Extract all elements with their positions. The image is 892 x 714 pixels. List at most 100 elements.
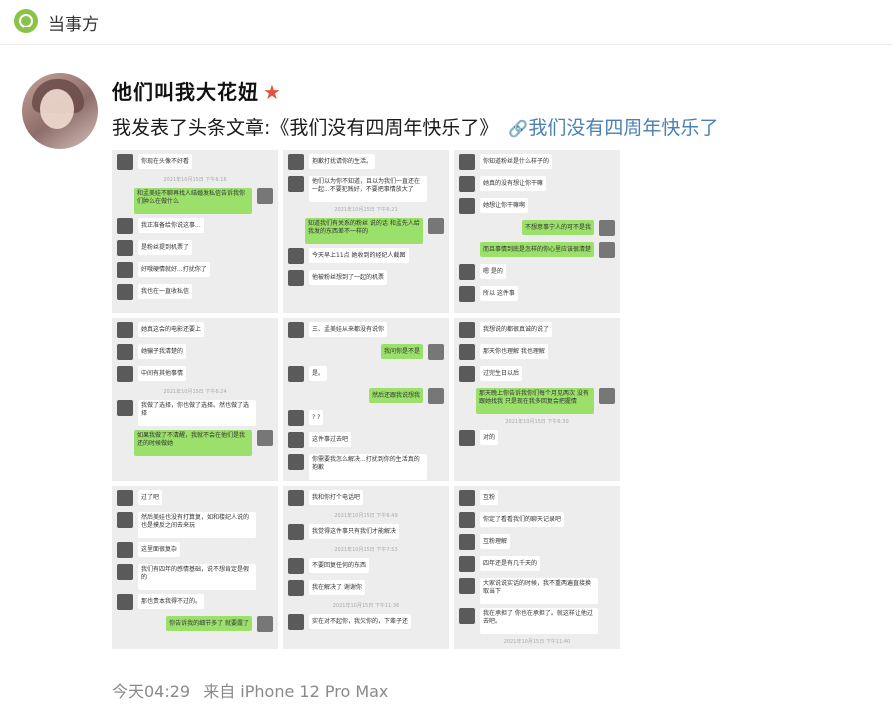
chat-screenshot-2-message-4-avatar <box>428 218 444 234</box>
chat-screenshot-2-message-5-bubble: 今天早上11点 她收到的经纪人截图 <box>309 248 409 263</box>
avatar[interactable] <box>22 73 98 149</box>
chat-screenshot-1-message-3-avatar <box>257 188 273 204</box>
chat-screenshot-8-message-4-timestamp: 2021年10月15日 下午7:53 <box>334 547 398 553</box>
chat-screenshot-3-message-5-bubble: 而且事情到底是怎样的你心里应该很清楚 <box>479 242 594 257</box>
chat-screenshot-3-message-1-avatar <box>459 154 475 170</box>
chat-screenshot-9-message-2-avatar <box>459 512 475 528</box>
chat-screenshot-8-message-6: 我在解决了 谢谢你 <box>283 580 449 600</box>
chat-screenshot-1-message-4-avatar <box>117 218 133 234</box>
chat-screenshot-5-message-6: 这件事过去吧 <box>283 432 449 452</box>
chat-screenshot-4-message-3-avatar <box>117 366 133 382</box>
chat-screenshot-8-message-5-bubble: 不要回复任何的东西 <box>309 558 370 573</box>
chat-screenshot-2-message-1: 抱歉打扰请你的生活。 <box>283 154 449 174</box>
chat-screenshot-5-message-7-bubble: 你需要我怎么解决...打扰到你的生活真的抱歉 <box>309 454 427 480</box>
chat-screenshot-8-message-2-timestamp: 2021年10月15日 下午6:49 <box>334 513 398 519</box>
chat-screenshot-9-message-1-bubble: 互粉 <box>480 490 499 505</box>
chat-screenshot-1-message-4-bubble: 我正准备给你说这事... <box>138 218 204 233</box>
chat-screenshot-8-message-3-bubble: 我觉得这件事只有我们才能解决 <box>309 524 400 539</box>
chat-screenshot-4-message-2-bubble: 她骗子我清楚的 <box>138 344 187 359</box>
chat-screenshot-4-message-1-bubble: 她真这会的电影还要上 <box>138 322 205 337</box>
chat-screenshot-8-message-8-avatar <box>288 614 304 630</box>
chat-screenshot-1[interactable]: 你现在头像不好看 2021年10月15日 下午6:16 和孟美娃不聊再找人结婚发私信… <box>112 150 278 313</box>
chat-screenshot-8-message-6-avatar <box>288 580 304 596</box>
chat-screenshot-1-message-6-bubble: 好哦硬情就好...打扰你了 <box>138 262 210 277</box>
chat-screenshot-9-message-3-bubble: 互粉理解 <box>480 534 511 549</box>
post-source: 来自 iPhone 12 Pro Max <box>203 682 389 701</box>
chat-screenshot-6-message-4-avatar <box>599 388 615 404</box>
chat-screenshot-3-message-5-avatar <box>599 242 615 258</box>
chat-screenshot-8-message-1-bubble: 我和你打个电话吧 <box>309 490 364 505</box>
chat-screenshot-7-message-6-bubble: 你告诉我的细节多了 就要露了 <box>166 616 252 631</box>
chat-screenshot-8-message-7-timestamp: 2021年10月15日 下午11:36 <box>332 603 400 609</box>
chat-screenshot-6[interactable]: 我想说的都很真诚的说了 那天你也理解 我也理解 过完生日以后 那天晚上你告诉我你们每个… <box>454 318 620 481</box>
chat-screenshot-9[interactable]: 互粉 你定了看看我们的聊天记录吧 互粉理解 四年还是有几千天的 大家说说实话的时候，我不… <box>454 486 620 649</box>
app-title: 当事方 <box>48 15 99 35</box>
chat-screenshot-9-message-7-timestamp: 2021年10月15日 下午11:40 <box>503 639 571 645</box>
chat-screenshot-6-message-1-bubble: 我想说的都很真诚的说了 <box>480 322 553 337</box>
chat-screenshot-9-message-1: 互粉 <box>454 490 620 510</box>
chat-screenshot-1-message-5-bubble: 是粉丝提到机票了 <box>138 240 193 255</box>
chat-screenshot-7-message-2-bubble: 然后美娃也没有打算复，如和楼纪人说的也是摸反之间去来玩 <box>138 512 256 538</box>
chat-screenshot-2-message-6-avatar <box>288 270 304 286</box>
chat-screenshot-5-message-7-avatar <box>288 454 304 470</box>
chat-screenshot-1-message-6: 好哦硬情就好...打扰你了 <box>112 262 278 282</box>
chat-screenshot-7-message-1-bubble: 过了吧 <box>138 490 163 505</box>
chat-screenshot-3[interactable]: 你知道粉丝是什么样子的 她真的没有想让你干嘛 她想让你干嘛啊 不想意事宁人的可不是我而… <box>454 150 620 313</box>
chat-screenshot-9-message-6-avatar <box>459 608 475 624</box>
chat-screenshot-6-message-6-avatar <box>459 430 475 446</box>
chat-screenshot-5-message-2: 我问你是不是 <box>283 344 449 364</box>
chat-screenshot-9-message-2-bubble: 你定了看看我们的聊天记录吧 <box>480 512 565 527</box>
chat-screenshot-9-message-5-bubble: 大家说说实话的时候，我不重两遍直接换取当下 <box>480 578 598 604</box>
chat-screenshot-5-message-7: 你需要我怎么解决...打扰到你的生活真的抱歉 <box>283 454 449 480</box>
chat-screenshot-5-message-5-bubble: ? ? <box>309 410 324 425</box>
chat-screenshot-1-message-4: 我正准备给你说这事... <box>112 218 278 238</box>
chat-screenshot-4-message-5: 我做了选择，你也做了选择。然也做了选择 <box>112 400 278 426</box>
chat-screenshot-4-message-6-avatar <box>257 430 273 446</box>
chat-screenshot-4-message-6: 如果我做了不清醒，我就不会在他们是我还的时候做她 <box>112 430 278 456</box>
chat-screenshot-6-message-5-timestamp: 2021年10月15日 下午6:30 <box>505 419 569 425</box>
chat-screenshot-8-message-8: 实在对不起你，我欠你的，下辈子还 <box>283 614 449 634</box>
chat-screenshot-3-message-7-avatar <box>459 286 475 302</box>
chat-screenshot-6-message-3-avatar <box>459 366 475 382</box>
username-row: 他们叫我大花妞 ★ <box>112 76 282 105</box>
chat-screenshot-5[interactable]: 三、孟美娃从来都没有说你 我问你是不是 是。 然后还跟我说想我 ? ? 这件事过去吧 你需要… <box>283 318 449 481</box>
chat-screenshot-4[interactable]: 她真这会的电影还要上 她骗子我清楚的 中间有其他事情 2021年10月15日 下午6:… <box>112 318 278 481</box>
chat-screenshot-2-message-4-bubble: 知道我们有关系的粉丝 说的话 和孟先人给我发的东西差不一样的 <box>305 218 423 244</box>
chat-screenshot-7-message-5-bubble: 那也贵本我得不过的。 <box>138 594 205 609</box>
chat-screenshot-3-message-5: 而且事情到底是怎样的你心里应该很清楚 <box>454 242 620 262</box>
chat-screenshot-4-message-3-bubble: 中间有其他事情 <box>138 366 187 381</box>
chat-screenshot-9-message-6: 我在承担了 你也在承担了。就这样让他过去吧。 <box>454 608 620 634</box>
chat-screenshot-5-message-1-avatar <box>288 322 304 338</box>
chat-screenshot-9-message-5-avatar <box>459 578 475 594</box>
article-link[interactable]: 🔗我们没有四周年快乐了 <box>508 117 718 139</box>
username[interactable]: 他们叫我大花妞 <box>112 80 259 104</box>
post-text: 我发表了头条文章:《我们没有四周年快乐了》 🔗我们没有四周年快乐了 <box>112 113 718 140</box>
chat-screenshot-3-message-4-avatar <box>599 220 615 236</box>
location-pin-logo-icon <box>14 9 38 33</box>
chat-screenshot-3-message-2-avatar <box>459 176 475 192</box>
chat-screenshot-8-message-6-bubble: 我在解决了 谢谢你 <box>309 580 365 595</box>
chat-screenshot-5-message-3-bubble: 是。 <box>309 366 328 381</box>
chat-screenshot-3-message-4-bubble: 不想意事宁人的可不是我 <box>521 220 594 235</box>
chat-screenshot-8[interactable]: 我和你打个电话吧 2021年10月15日 下午6:49 我觉得这件事只有我们才能解决… <box>283 486 449 649</box>
chat-screenshot-5-message-3: 是。 <box>283 366 449 386</box>
chat-screenshot-9-message-3: 互粉理解 <box>454 534 620 554</box>
chat-screenshot-7-message-5: 那也贵本我得不过的。 <box>112 594 278 614</box>
chat-screenshot-2-message-6-bubble: 他被粉丝想到了一起的机票 <box>309 270 388 285</box>
chat-screenshot-6-message-1-avatar <box>459 322 475 338</box>
chat-screenshot-3-message-2: 她真的没有想让你干嘛 <box>454 176 620 196</box>
chat-screenshot-9-message-5: 大家说说实话的时候，我不重两遍直接换取当下 <box>454 578 620 604</box>
chat-screenshot-7-message-2: 然后美娃也没有打算复，如和楼纪人说的也是摸反之间去来玩 <box>112 512 278 538</box>
chat-screenshot-1-message-2-timestamp: 2021年10月15日 下午6:16 <box>163 177 227 183</box>
chat-screenshot-1-message-7: 我也在一直收私信 <box>112 284 278 304</box>
chat-screenshot-2[interactable]: 抱歉打扰请你的生活。 他们以为你不知道，且以为我们一直还在一起...不要犯贱好，不… <box>283 150 449 313</box>
chat-screenshot-5-message-5-avatar <box>288 410 304 426</box>
chat-screenshot-6-message-1: 我想说的都很真诚的说了 <box>454 322 620 342</box>
chat-screenshot-1-message-3: 和孟美娃不聊再找人结婚发私信告诉我你们肿么在做什么 <box>112 188 278 214</box>
chat-screenshot-7[interactable]: 过了吧 然后美娃也没有打算复，如和楼纪人说的也是摸反之间去来玩 这里面很复杂 我们有四… <box>112 486 278 649</box>
chat-screenshot-9-message-6-bubble: 我在承担了 你也在承担了。就这样让他过去吧。 <box>480 608 598 634</box>
chat-screenshot-6-message-4: 那天晚上你告诉我你们每个月见两次 没有跟她找我 只是现在我多回复会把握情 <box>454 388 620 414</box>
chat-screenshot-5-message-2-avatar <box>428 344 444 360</box>
chat-screenshot-2-message-2: 他们以为你不知道，且以为我们一直还在一起...不要犯贱好，不要把事情放大了 <box>283 176 449 202</box>
chat-screenshot-1-message-1-bubble: 你现在头像不好看 <box>138 154 193 169</box>
